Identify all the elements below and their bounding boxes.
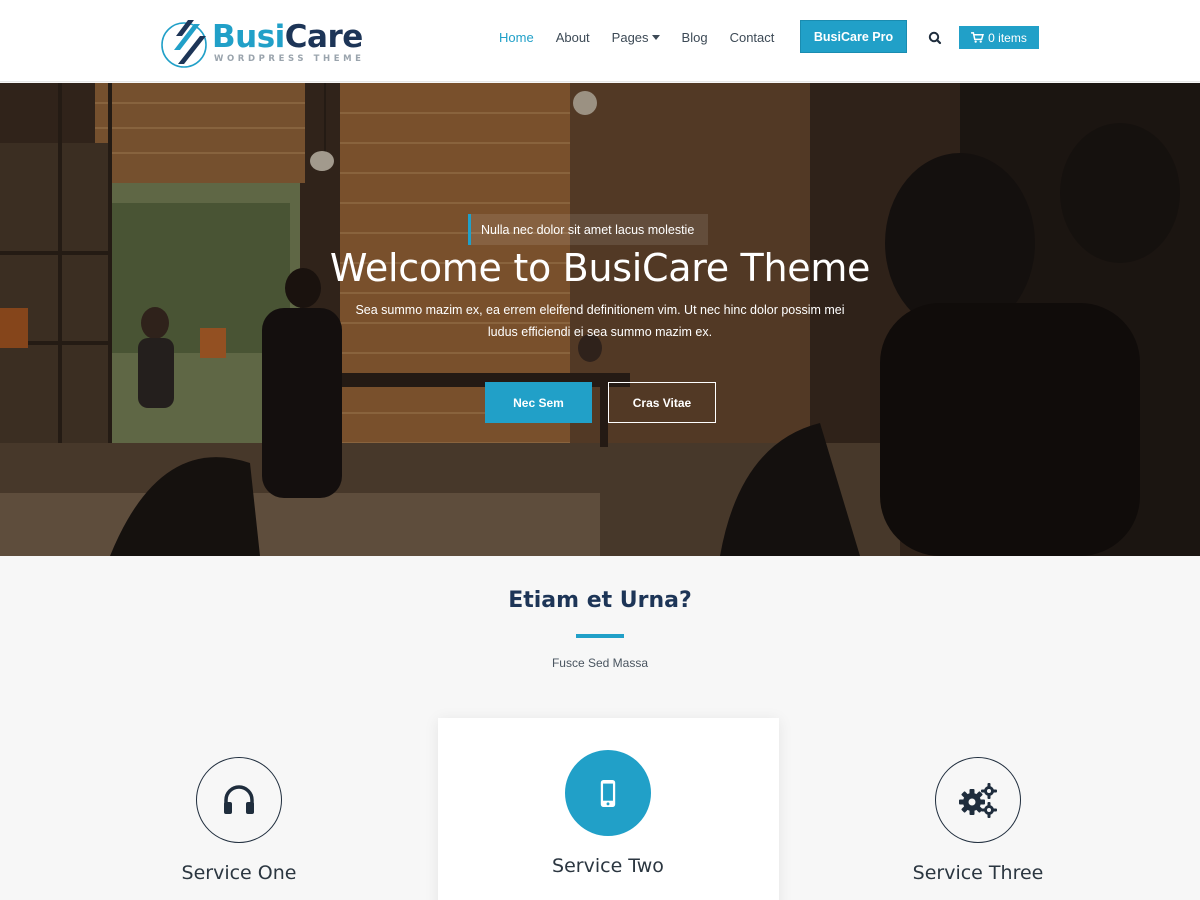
headphones-icon <box>224 785 254 814</box>
nav-item-about[interactable]: About <box>556 30 590 45</box>
service-two-icon-circle[interactable] <box>565 750 651 836</box>
site-header: BusiCare WORDPRESS THEME Home About Page… <box>0 0 1200 82</box>
nav-item-contact[interactable]: Contact <box>730 30 775 45</box>
logo-word-part-one: Busi <box>212 19 285 55</box>
nav-item-blog[interactable]: Blog <box>682 30 708 45</box>
hero-secondary-button[interactable]: Cras Vitae <box>608 382 716 423</box>
cart-button[interactable]: 0 items <box>959 26 1039 49</box>
nav-item-home[interactable]: Home <box>499 30 534 45</box>
cart-label: 0 items <box>988 30 1027 45</box>
hero-content: Nulla nec dolor sit amet lacus molestie … <box>0 83 1200 556</box>
search-icon[interactable] <box>926 29 944 47</box>
mobile-phone-icon <box>600 779 616 807</box>
nav-item-pages-label: Pages <box>611 29 649 45</box>
nav-item-pages[interactable]: Pages <box>612 30 660 45</box>
service-three-icon-circle[interactable] <box>935 757 1021 843</box>
logo-word-part-two: Care <box>284 19 363 55</box>
service-two-name[interactable]: Service Two <box>488 855 728 877</box>
hero-description: Sea summo mazim ex, ea errem eleifend de… <box>355 303 845 339</box>
chevron-down-icon <box>651 34 660 40</box>
hero-primary-button[interactable]: Nec Sem <box>485 382 592 423</box>
cart-icon <box>971 32 985 43</box>
service-one-icon-circle[interactable] <box>196 757 282 843</box>
service-one-name[interactable]: Service One <box>119 862 359 884</box>
services-subtitle: Fusce Sed Massa <box>551 656 649 670</box>
gears-icon <box>959 783 997 818</box>
services-title-separator <box>576 634 624 638</box>
logo-wordmark: BusiCare <box>212 18 363 56</box>
hero-banner: Nulla nec dolor sit amet lacus molestie … <box>0 83 1200 556</box>
main-nav: Home About Pages Blog Contact <box>488 0 785 74</box>
service-three-name[interactable]: Service Three <box>858 862 1098 884</box>
site-logo[interactable]: BusiCare WORDPRESS THEME <box>160 14 370 70</box>
logo-tagline: WORDPRESS THEME <box>214 54 365 64</box>
hero-title: Welcome to BusiCare Theme <box>329 246 871 290</box>
logo-mark-icon <box>161 20 207 68</box>
services-title: Etiam et Urna? <box>508 588 692 613</box>
pro-upgrade-button[interactable]: BusiCare Pro <box>800 20 907 53</box>
